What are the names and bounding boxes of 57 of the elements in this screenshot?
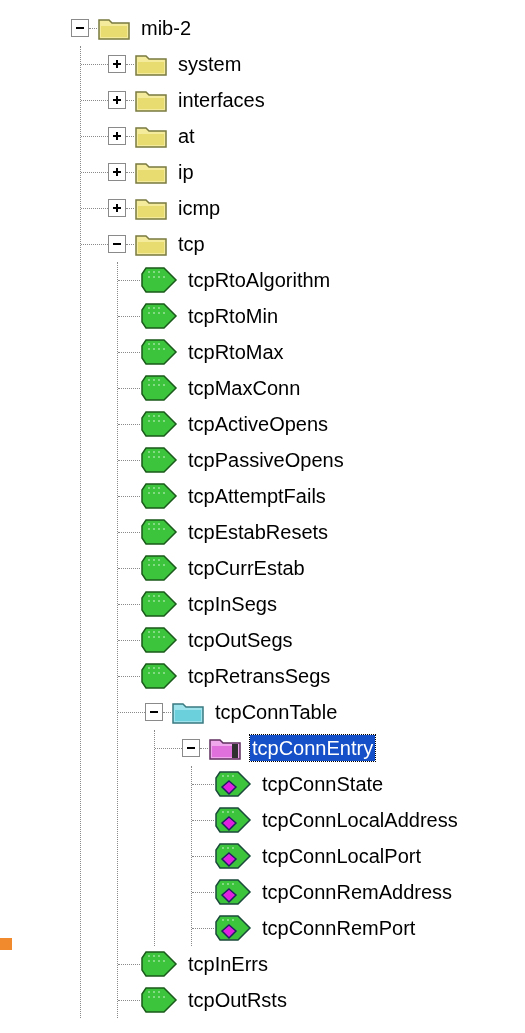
tree-item-label[interactable]: tcp [176, 231, 207, 257]
collapse-toggle-icon[interactable] [145, 703, 163, 721]
leaf-diamond-icon [214, 877, 252, 907]
leaf-icon [140, 661, 178, 691]
tree-item-label[interactable]: tcpInSegs [186, 591, 279, 617]
tree-item-label[interactable]: tcpActiveOpens [186, 411, 331, 437]
leaf-icon [140, 589, 178, 619]
tree-item-label[interactable]: tcpPassiveOpens [186, 447, 346, 473]
expand-toggle-icon[interactable] [108, 163, 126, 181]
leaf-icon [140, 445, 178, 475]
tree-item-label[interactable]: tcpEstabResets [186, 519, 331, 545]
tree-item-label[interactable]: tcpConnEntry [250, 735, 376, 761]
tree-item-label[interactable]: interfaces [176, 87, 267, 113]
leaf-icon [140, 949, 178, 979]
leaf-diamond-icon [214, 769, 252, 799]
tree-item-label[interactable]: tcpConnRemAddress [260, 879, 455, 905]
tree-item-label[interactable]: tcpAttemptFails [186, 483, 328, 509]
leaf-icon [140, 985, 178, 1015]
expand-toggle-icon[interactable] [108, 127, 126, 145]
collapse-toggle-icon[interactable] [71, 19, 89, 37]
leaf-icon [140, 265, 178, 295]
tree-item-label[interactable]: tcpConnRemPort [260, 915, 418, 941]
tree-item-label[interactable]: tcpMaxConn [186, 375, 303, 401]
edge-marker [0, 938, 12, 950]
leaf-icon [140, 481, 178, 511]
leaf-icon [140, 553, 178, 583]
leaf-icon [140, 337, 178, 367]
leaf-icon [140, 373, 178, 403]
leaf-diamond-icon [214, 913, 252, 943]
expand-toggle-icon[interactable] [108, 91, 126, 109]
tree-item-label[interactable]: tcpRtoAlgorithm [186, 267, 333, 293]
leaf-diamond-icon [214, 841, 252, 871]
expand-toggle-icon[interactable] [108, 199, 126, 217]
collapse-toggle-icon[interactable] [182, 739, 200, 757]
tree-item-label[interactable]: tcpOutSegs [186, 627, 295, 653]
tree-item-label[interactable]: tcpRtoMax [186, 339, 286, 365]
leaf-diamond-icon [214, 805, 252, 835]
tree-item-label[interactable]: tcpRtoMin [186, 303, 281, 329]
tree-item-label[interactable]: at [176, 123, 197, 149]
expand-toggle-icon[interactable] [108, 55, 126, 73]
tree-item-label[interactable]: tcpConnTable [213, 699, 340, 725]
tree-item-label[interactable]: tcpInErrs [186, 951, 271, 977]
tree-item-label[interactable]: tcpConnState [260, 771, 386, 797]
tree-item-label[interactable]: system [176, 51, 244, 77]
tree-item-label[interactable]: tcpOutRsts [186, 987, 289, 1013]
leaf-icon [140, 409, 178, 439]
leaf-icon [140, 301, 178, 331]
tree-item-label[interactable]: tcpCurrEstab [186, 555, 307, 581]
collapse-toggle-icon[interactable] [108, 235, 126, 253]
tree-item-label[interactable]: mib-2 [139, 15, 193, 41]
tree-item-label[interactable]: ip [176, 159, 196, 185]
tree-item-label[interactable]: tcpConnLocalAddress [260, 807, 460, 833]
tree-item-label[interactable]: tcpConnLocalPort [260, 843, 423, 869]
leaf-icon [140, 517, 178, 547]
tree-item-label[interactable]: icmp [176, 195, 223, 221]
leaf-icon [140, 625, 178, 655]
tree-item-label[interactable]: tcpRetransSegs [186, 663, 333, 689]
